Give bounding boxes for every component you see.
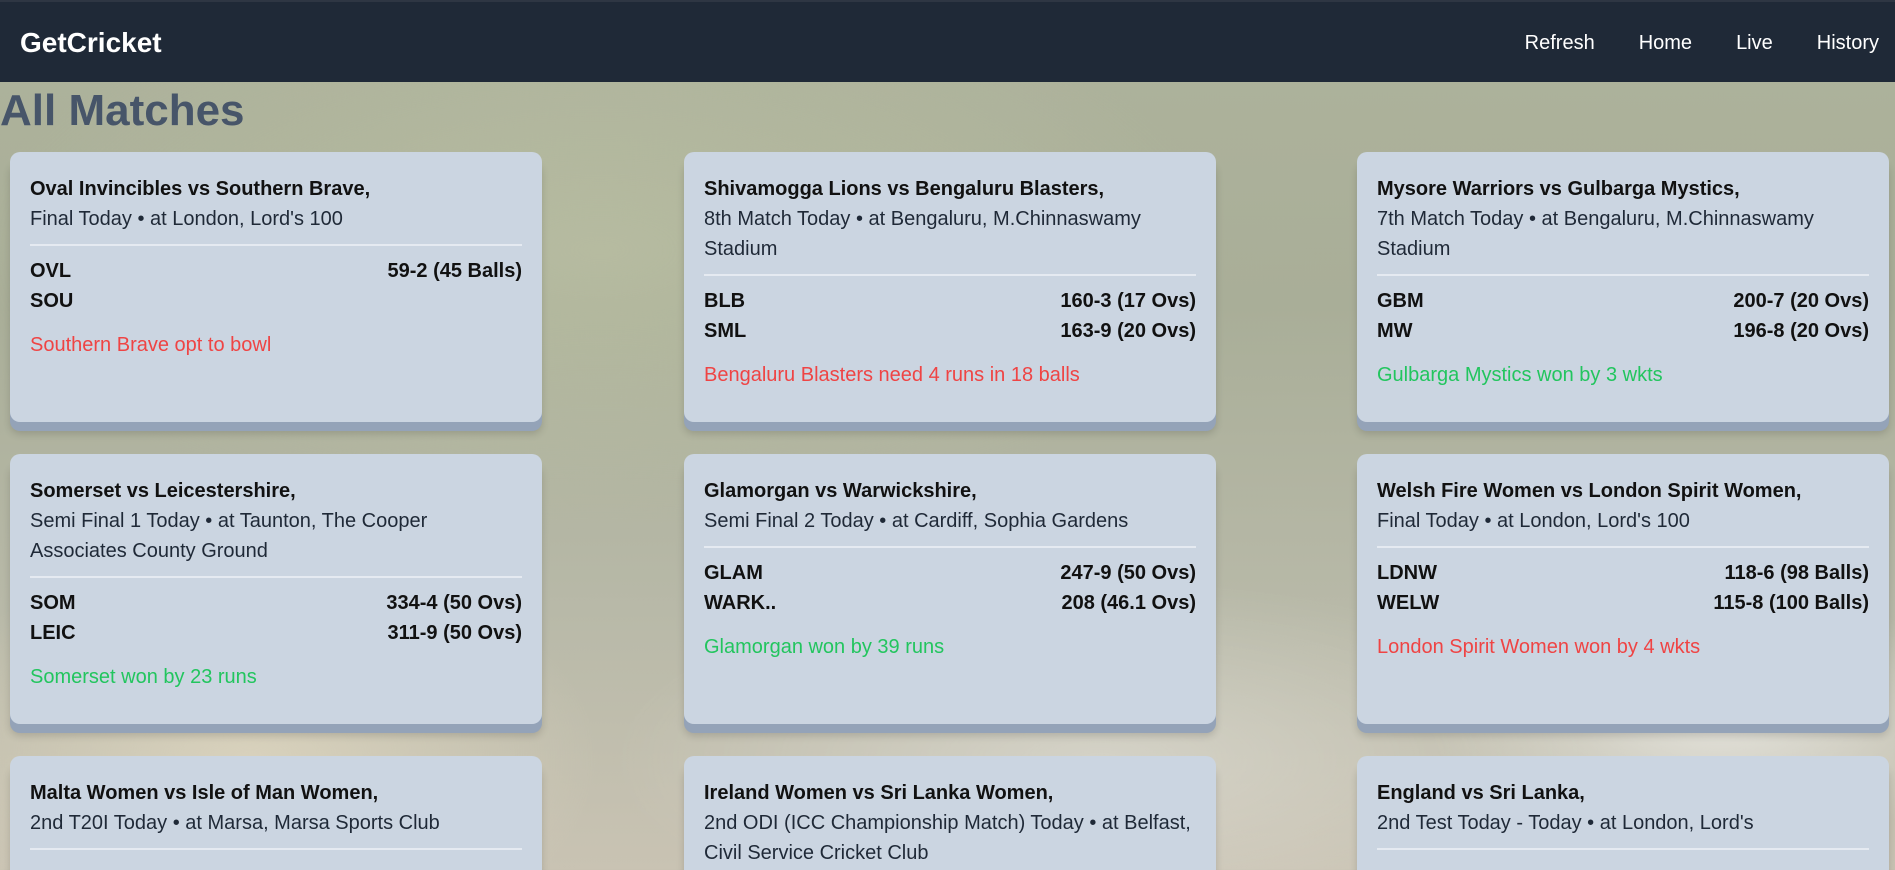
card-divider <box>30 244 522 246</box>
team-row: OVL 59-2 (45 Balls) <box>30 256 522 286</box>
card-divider <box>704 274 1196 276</box>
team-score: 115-8 (100 Balls) <box>1713 592 1869 614</box>
team-row: GLAM 247-9 (50 Ovs) <box>704 558 1196 588</box>
team-name: MW <box>1377 320 1413 342</box>
team-row: MW 196-8 (20 Ovs) <box>1377 316 1869 346</box>
team-score: 334-4 (50 Ovs) <box>386 592 522 614</box>
brand-logo[interactable]: GetCricket <box>20 26 162 60</box>
match-card[interactable]: Mysore Warriors vs Gulbarga Mystics, 7th… <box>1357 152 1889 422</box>
team-name: LDNW <box>1377 562 1437 584</box>
match-status: Southern Brave opt to bowl <box>30 334 272 356</box>
match-card[interactable]: Malta Women vs Isle of Man Women, 2nd T2… <box>10 756 542 870</box>
team-score: 208 (46.1 Ovs) <box>1061 592 1196 614</box>
match-card[interactable]: Oval Invincibles vs Southern Brave, Fina… <box>10 152 542 422</box>
team-row: SML 163-9 (20 Ovs) <box>704 316 1196 346</box>
team-row: GBM 200-7 (20 Ovs) <box>1377 286 1869 316</box>
card-divider <box>30 848 522 850</box>
match-status: Somerset won by 23 runs <box>30 666 257 688</box>
team-score: 160-3 (17 Ovs) <box>1060 290 1196 312</box>
match-subtitle: 2nd T20I Today • at Marsa, Marsa Sports … <box>30 812 440 834</box>
team-score: 247-9 (50 Ovs) <box>1060 562 1196 584</box>
match-subtitle: Semi Final 1 Today • at Taunton, The Coo… <box>30 510 428 562</box>
team-score: 118-6 (98 Balls) <box>1724 562 1869 584</box>
card-divider <box>1377 274 1869 276</box>
match-status: Gulbarga Mystics won by 3 wkts <box>1377 364 1663 386</box>
match-title: Oval Invincibles vs Southern Brave, <box>30 178 371 200</box>
team-name: WARK.. <box>704 592 777 614</box>
match-card[interactable]: Shivamogga Lions vs Bengaluru Blasters, … <box>684 152 1216 422</box>
match-status: Bengaluru Blasters need 4 runs in 18 bal… <box>704 364 1080 386</box>
nav-home-link[interactable]: Home <box>1639 30 1692 56</box>
match-title: England vs Sri Lanka, <box>1377 782 1585 804</box>
team-row: BLB 160-3 (17 Ovs) <box>704 286 1196 316</box>
match-title: Malta Women vs Isle of Man Women, <box>30 782 379 804</box>
match-subtitle: Final Today • at London, Lord's 100 <box>30 208 343 230</box>
nav-links: Refresh Home Live History <box>1481 30 1879 56</box>
team-name: BLB <box>704 290 746 312</box>
match-title: Mysore Warriors vs Gulbarga Mystics, <box>1377 178 1740 200</box>
match-card[interactable]: Ireland Women vs Sri Lanka Women, 2nd OD… <box>684 756 1216 870</box>
team-row: SOU <box>30 286 522 316</box>
nav-history-link[interactable]: History <box>1817 30 1879 56</box>
team-row: LDNW 118-6 (98 Balls) <box>1377 558 1869 588</box>
team-name: GLAM <box>704 562 763 584</box>
match-subtitle: 8th Match Today • at Bengaluru, M.Chinna… <box>704 208 1141 260</box>
team-row: WARK.. 208 (46.1 Ovs) <box>704 588 1196 618</box>
card-divider <box>1377 848 1869 850</box>
match-card[interactable]: Welsh Fire Women vs London Spirit Women,… <box>1357 454 1889 724</box>
team-name: SOU <box>30 290 74 312</box>
team-score: 163-9 (20 Ovs) <box>1060 320 1196 342</box>
match-title: Somerset vs Leicestershire, <box>30 480 296 502</box>
match-title: Ireland Women vs Sri Lanka Women, <box>704 782 1054 804</box>
team-score: 311-9 (50 Ovs) <box>387 622 522 644</box>
match-title: Shivamogga Lions vs Bengaluru Blasters, <box>704 178 1105 200</box>
match-subtitle: 2nd Test Today - Today • at London, Lord… <box>1377 812 1754 834</box>
team-name: WELW <box>1377 592 1440 614</box>
team-row: WELW 115-8 (100 Balls) <box>1377 588 1869 618</box>
team-row: LEIC 311-9 (50 Ovs) <box>30 618 522 648</box>
match-subtitle: 2nd ODI (ICC Championship Match) Today •… <box>704 812 1191 864</box>
match-card[interactable]: Glamorgan vs Warwickshire, Semi Final 2 … <box>684 454 1216 724</box>
match-title: Glamorgan vs Warwickshire, <box>704 480 977 502</box>
team-name: GBM <box>1377 290 1424 312</box>
card-divider <box>30 576 522 578</box>
team-name: SOM <box>30 592 76 614</box>
match-status: Glamorgan won by 39 runs <box>704 636 945 658</box>
team-row: SOM 334-4 (50 Ovs) <box>30 588 522 618</box>
match-subtitle: Final Today • at London, Lord's 100 <box>1377 510 1690 532</box>
team-score: 59-2 (45 Balls) <box>387 260 522 282</box>
navbar: GetCricket Refresh Home Live History <box>0 0 1895 82</box>
nav-live-link[interactable]: Live <box>1736 30 1773 56</box>
match-subtitle: 7th Match Today • at Bengaluru, M.Chinna… <box>1377 208 1814 260</box>
match-card[interactable]: England vs Sri Lanka, 2nd Test Today - T… <box>1357 756 1889 870</box>
team-name: OVL <box>30 260 72 282</box>
team-score: 200-7 (20 Ovs) <box>1733 290 1869 312</box>
team-name: SML <box>704 320 747 342</box>
match-title: Welsh Fire Women vs London Spirit Women, <box>1377 480 1802 502</box>
team-score: 196-8 (20 Ovs) <box>1733 320 1869 342</box>
page-title: All Matches <box>0 86 245 135</box>
match-status: London Spirit Women won by 4 wkts <box>1377 636 1701 658</box>
match-subtitle: Semi Final 2 Today • at Cardiff, Sophia … <box>704 510 1129 532</box>
match-card[interactable]: Somerset vs Leicestershire, Semi Final 1… <box>10 454 542 724</box>
card-divider <box>1377 546 1869 548</box>
card-divider <box>704 546 1196 548</box>
nav-refresh-link[interactable]: Refresh <box>1525 30 1595 56</box>
team-name: LEIC <box>30 622 76 644</box>
